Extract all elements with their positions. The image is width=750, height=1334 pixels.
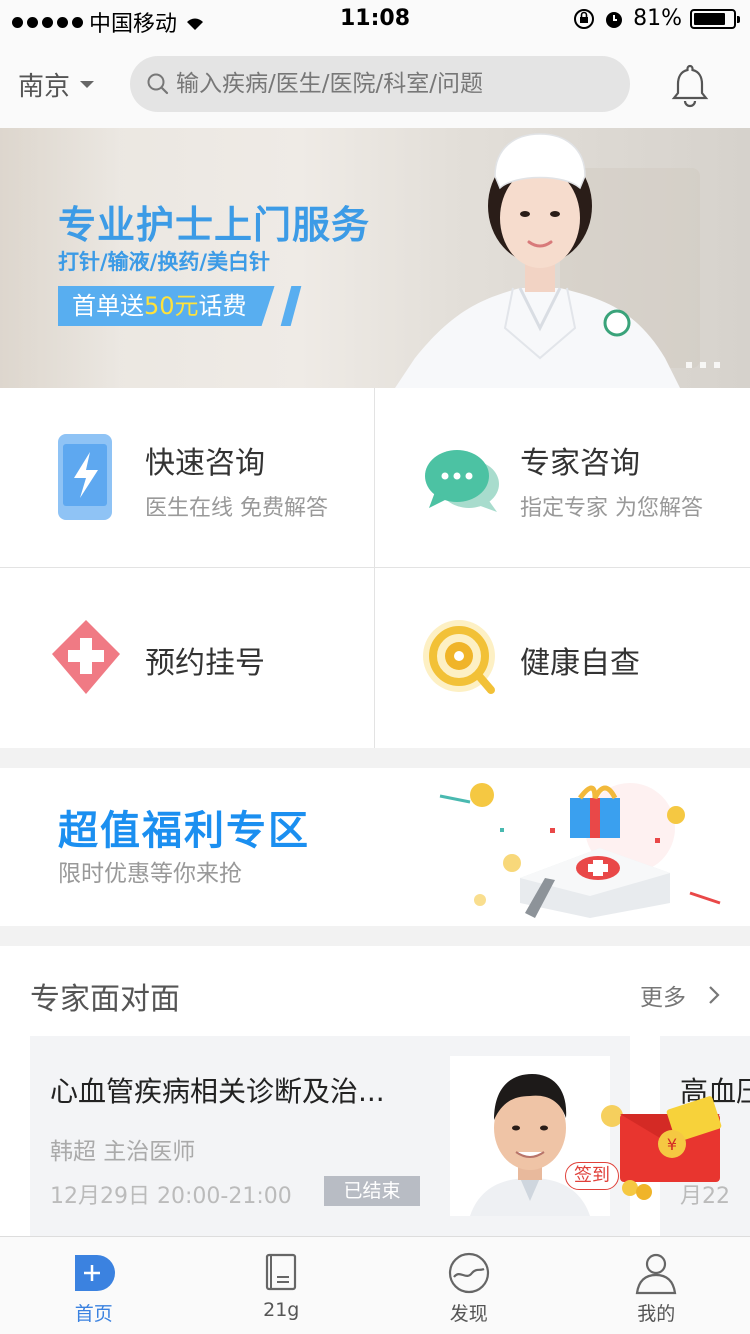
self-check-card[interactable]: 健康自查 xyxy=(375,568,750,748)
service-title: 快速咨询 xyxy=(145,446,265,481)
bottom-tab-bar: 首页 21g 发现 我的 xyxy=(0,1236,750,1334)
chevron-right-icon xyxy=(709,986,720,1004)
more-label: 更多 xyxy=(640,985,686,1011)
tab-profile[interactable]: 我的 xyxy=(563,1237,750,1334)
welfare-subtitle: 限时优惠等你来抢 xyxy=(58,861,242,887)
welfare-zone-banner[interactable]: 超值福利专区 限时优惠等你来抢 xyxy=(0,768,750,926)
compass-icon xyxy=(448,1252,489,1294)
status-bar: 中国移动 11:08 81% xyxy=(0,0,750,40)
medical-cross-icon xyxy=(52,620,120,694)
tab-label: 我的 xyxy=(637,1303,676,1325)
tab-label: 21g xyxy=(263,1299,300,1321)
search-input[interactable] xyxy=(176,71,616,97)
banner-title: 专业护士上门服务 xyxy=(58,203,371,247)
expert-card-doctor: 韩超 主治医师 xyxy=(50,1139,196,1165)
chevron-down-icon xyxy=(80,81,95,88)
phone-lightning-icon xyxy=(58,434,112,520)
section-title: 专家面对面 xyxy=(30,982,180,1017)
service-subtitle: 医生在线 免费解答 xyxy=(145,496,328,521)
tab-label: 首页 xyxy=(74,1303,113,1325)
service-title: 预约挂号 xyxy=(145,646,265,681)
top-header: 南京 xyxy=(0,40,750,128)
banner-subtitle: 打针/输液/换药/美白针 xyxy=(58,250,271,274)
service-title: 健康自查 xyxy=(520,646,640,681)
service-title: 专家咨询 xyxy=(520,446,640,481)
promo-banner[interactable]: 专业护士上门服务 打针/输液/换药/美白针 首单送50元话费 xyxy=(0,128,750,388)
doctor-photo xyxy=(450,1056,610,1216)
tab-21g[interactable]: 21g xyxy=(188,1237,376,1334)
search-bar[interactable] xyxy=(130,56,630,112)
sign-in-badge[interactable]: 签到 xyxy=(565,1162,619,1190)
battery-percent: 81% xyxy=(633,6,682,31)
status-badge: 已结束 xyxy=(324,1176,420,1206)
svg-text:¥: ¥ xyxy=(667,1135,677,1154)
city-label: 南京 xyxy=(18,72,71,102)
welfare-title: 超值福利专区 xyxy=(58,808,310,854)
book-icon xyxy=(266,1253,297,1291)
alarm-icon xyxy=(606,11,623,28)
expert-face-to-face-section: 专家面对面 更多 心血管疾病相关诊断及治... 韩超 主治医师 12月29日 2… xyxy=(0,946,750,1236)
user-icon xyxy=(635,1253,677,1295)
service-grid: 快速咨询 医生在线 免费解答 专家咨询 指定专家 为您解答 预约挂号 健康自查 xyxy=(0,388,750,748)
banner-pager xyxy=(686,362,720,368)
battery-icon xyxy=(690,8,740,29)
gift-box-illustration xyxy=(439,783,721,918)
tab-discover[interactable]: 发现 xyxy=(375,1237,563,1334)
home-plus-icon xyxy=(74,1255,115,1291)
tab-home[interactable]: 首页 xyxy=(0,1237,188,1334)
service-subtitle: 指定专家 为您解答 xyxy=(520,496,703,521)
expert-card[interactable]: 心血管疾病相关诊断及治... 韩超 主治医师 12月29日 20:00-21:0… xyxy=(30,1036,630,1236)
appointment-card[interactable]: 预约挂号 xyxy=(0,568,375,748)
city-selector[interactable]: 南京 xyxy=(18,66,95,103)
more-link[interactable]: 更多 xyxy=(640,978,720,1012)
search-icon xyxy=(147,73,169,95)
banner-offer-badge: 首单送50元话费 xyxy=(58,286,275,326)
expert-card-title: 心血管疾病相关诊断及治... xyxy=(50,1075,385,1108)
rotation-lock-icon xyxy=(574,8,595,29)
quick-consult-card[interactable]: 快速咨询 医生在线 免费解答 xyxy=(0,388,375,568)
magnifier-check-icon xyxy=(423,620,495,694)
red-envelope-icon[interactable]: ¥ xyxy=(600,1096,730,1206)
nurse-image xyxy=(395,133,680,388)
chat-bubble-icon xyxy=(425,450,499,512)
expert-card-time: 12月29日 20:00-21:00 xyxy=(50,1184,292,1209)
expert-consult-card[interactable]: 专家咨询 指定专家 为您解答 xyxy=(375,388,750,568)
bell-icon[interactable] xyxy=(670,62,710,108)
tab-label: 发现 xyxy=(449,1303,488,1325)
